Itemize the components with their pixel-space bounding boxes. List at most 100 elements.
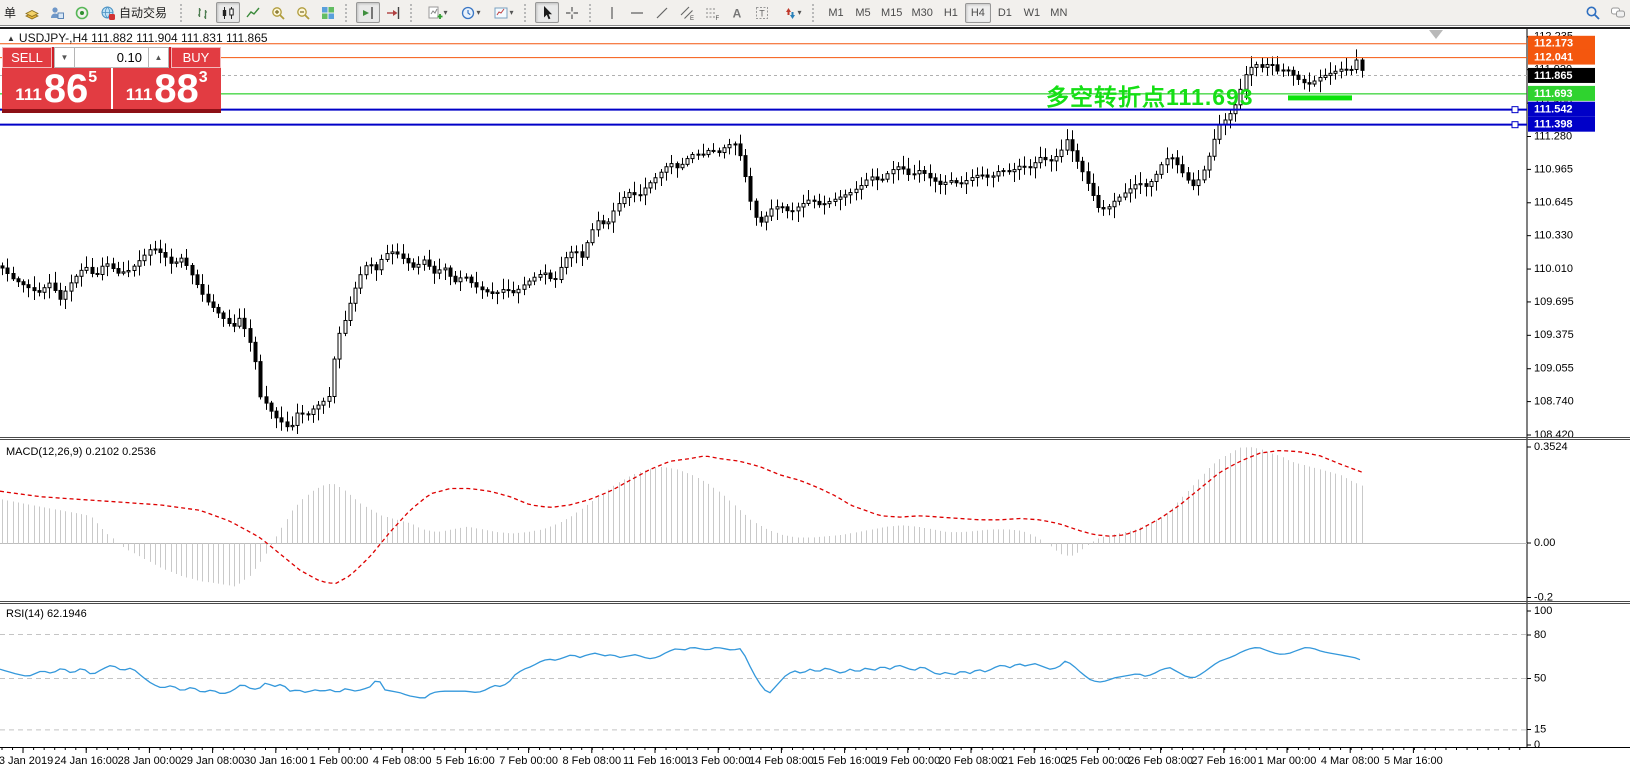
volume-field[interactable]: 0.10 xyxy=(75,47,148,68)
candle-body xyxy=(913,174,916,175)
volume-increase-button[interactable]: ▲ xyxy=(148,47,169,68)
candle-body xyxy=(702,154,705,155)
crosshair-icon[interactable] xyxy=(560,2,584,23)
text-label-icon-glyph: T xyxy=(754,5,770,21)
candle-body xyxy=(549,273,552,279)
buy-price-box[interactable]: 111 88 3 xyxy=(113,68,222,109)
line-chart-icon-glyph xyxy=(245,5,261,21)
sell-price-box[interactable]: 111 86 5 xyxy=(2,68,113,109)
chat-icon[interactable] xyxy=(1606,2,1630,23)
svg-text:T: T xyxy=(759,8,765,18)
price-tick-label: 109.375 xyxy=(1534,329,1574,341)
candle-body xyxy=(496,292,499,293)
indicators-button[interactable]: ▾ xyxy=(421,2,453,23)
autotrading-button[interactable]: 自动交易 xyxy=(95,2,175,23)
timeframe-m15-button[interactable]: M15 xyxy=(877,3,906,23)
fibonacci-icon[interactable]: F xyxy=(700,2,724,23)
candle-body xyxy=(907,169,910,175)
tile-windows-icon[interactable] xyxy=(316,2,340,23)
market-watch-icon[interactable] xyxy=(45,2,69,23)
dropdown-arrow-icon[interactable]: ▾ xyxy=(510,8,514,17)
candle-body xyxy=(280,418,283,422)
timeframe-d1-button[interactable]: D1 xyxy=(992,3,1018,23)
candle-body xyxy=(1203,170,1206,180)
volume-decrease-button[interactable]: ▼ xyxy=(54,47,75,68)
candlestick-chart-icon[interactable] xyxy=(216,2,240,23)
candle-body xyxy=(80,270,83,276)
auto-scroll-icon[interactable] xyxy=(381,2,405,23)
zoom-out-icon[interactable] xyxy=(291,2,315,23)
line-chart-icon[interactable] xyxy=(241,2,265,23)
candle-body xyxy=(1324,75,1327,77)
chart-canvas[interactable]: 112.235111.920111.600111.280110.965110.6… xyxy=(0,0,1630,769)
timeframe-m1-button[interactable]: M1 xyxy=(823,3,849,23)
timeframe-w1-button[interactable]: W1 xyxy=(1019,3,1045,23)
history-book-icon[interactable] xyxy=(20,2,44,23)
candle-body xyxy=(1129,189,1132,193)
timeframe-mn-button[interactable]: MN xyxy=(1046,3,1072,23)
signals-icon[interactable] xyxy=(70,2,94,23)
svg-text:A: A xyxy=(733,6,742,20)
price-tick-label: 110.645 xyxy=(1534,197,1573,209)
line-handle[interactable] xyxy=(1512,122,1518,128)
sell-button[interactable]: SELL xyxy=(2,47,52,68)
candle-body xyxy=(654,178,657,183)
candle-body xyxy=(1218,125,1221,139)
timeframe-m5-button[interactable]: M5 xyxy=(850,3,876,23)
horizontal-line-icon[interactable] xyxy=(625,2,649,23)
candle-body xyxy=(765,216,768,222)
candle-body xyxy=(491,292,494,294)
candle-body xyxy=(591,230,594,243)
periods-button[interactable]: ▾ xyxy=(454,2,486,23)
svg-text:F: F xyxy=(716,16,720,21)
candle-body xyxy=(70,283,73,291)
text-icon[interactable]: A xyxy=(725,2,749,23)
time-axis-label: 5 Feb 16:00 xyxy=(436,755,495,767)
candle-body xyxy=(1250,67,1253,74)
bar-chart-icon[interactable] xyxy=(191,2,215,23)
rsi-tick-label: 100 xyxy=(1534,605,1552,617)
cursor-icon[interactable] xyxy=(535,2,559,23)
periods-glyph xyxy=(460,5,476,21)
candle-body xyxy=(159,249,162,253)
signals-icon-glyph xyxy=(74,5,90,21)
vertical-line-icon[interactable] xyxy=(600,2,624,23)
equidistant-channel-icon[interactable]: E xyxy=(675,2,699,23)
candle-body xyxy=(470,277,473,283)
text-label-icon[interactable]: T xyxy=(750,2,774,23)
candle-body xyxy=(1345,69,1348,70)
price-tick-label: 109.695 xyxy=(1534,296,1574,308)
candle-body xyxy=(760,217,763,222)
candle-body xyxy=(1113,201,1116,207)
dropdown-arrow-icon[interactable]: ▾ xyxy=(444,8,448,17)
timeframe-h4-button[interactable]: H4 xyxy=(965,3,991,23)
zoom-in-icon[interactable] xyxy=(266,2,290,23)
candle-body xyxy=(813,200,816,201)
dropdown-arrow-icon[interactable]: ▾ xyxy=(798,8,802,17)
line-handle[interactable] xyxy=(1512,107,1518,113)
arrows-button[interactable]: ▾ xyxy=(775,2,807,23)
buy-button[interactable]: BUY xyxy=(171,47,221,68)
candle-body xyxy=(770,209,773,216)
timeframe-m30-button[interactable]: M30 xyxy=(907,3,936,23)
collapse-triangle-icon[interactable]: ▲ xyxy=(7,34,15,43)
candle-body xyxy=(839,197,842,199)
candle-body xyxy=(1166,159,1169,165)
timeframe-h1-button[interactable]: H1 xyxy=(938,3,964,23)
templates-button[interactable]: ▾ xyxy=(487,2,519,23)
trendline-icon[interactable] xyxy=(650,2,674,23)
price-badge-label: 111.398 xyxy=(1534,119,1573,131)
candle-body xyxy=(1192,180,1195,186)
search-icon[interactable] xyxy=(1581,2,1605,23)
candle-body xyxy=(849,193,852,195)
candle-body xyxy=(48,283,51,288)
dropdown-arrow-icon[interactable]: ▾ xyxy=(477,8,481,17)
time-axis-label: 1 Mar 00:00 xyxy=(1258,755,1317,767)
candle-body xyxy=(1066,140,1069,150)
time-axis-label: 27 Feb 16:00 xyxy=(1191,755,1256,767)
toolbar-separator xyxy=(345,4,352,22)
chart-annotation: 多空转折点111.693 xyxy=(1046,78,1254,112)
candle-body xyxy=(1013,170,1016,172)
arrows-glyph xyxy=(781,5,797,21)
chart-shift-icon[interactable] xyxy=(356,2,380,23)
